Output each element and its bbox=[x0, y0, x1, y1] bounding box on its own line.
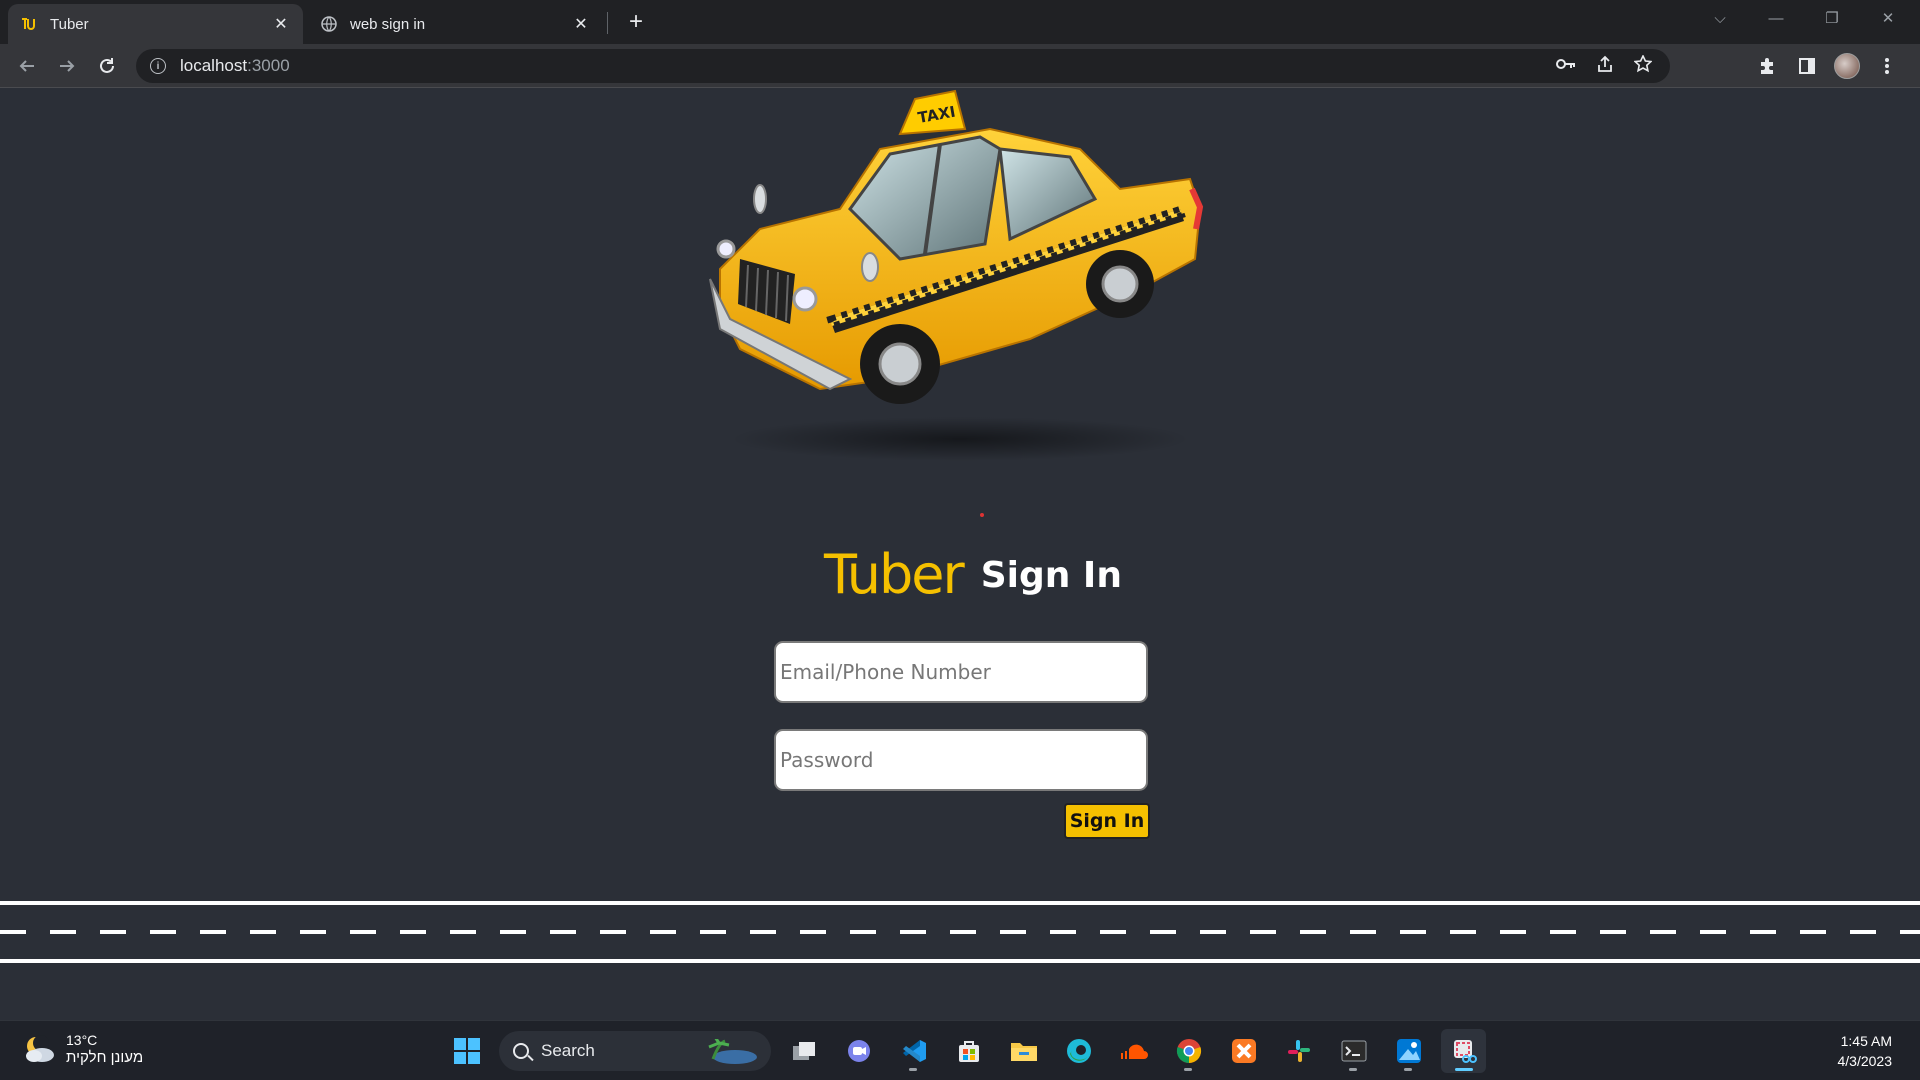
snipping-tool-icon[interactable] bbox=[1441, 1029, 1486, 1073]
file-explorer-icon[interactable] bbox=[1001, 1029, 1046, 1073]
profile-avatar[interactable] bbox=[1832, 51, 1862, 81]
address-bar[interactable]: i localhost:3000 bbox=[136, 49, 1670, 83]
kebab-menu-icon[interactable] bbox=[1872, 51, 1902, 81]
road-edge-bottom bbox=[0, 959, 1920, 963]
system-clock[interactable]: 1:45 AM 4/3/2023 bbox=[1838, 1031, 1893, 1071]
minimize-button[interactable]: — bbox=[1748, 0, 1804, 36]
terminal-icon[interactable] bbox=[1331, 1029, 1376, 1073]
teams-chat-icon[interactable] bbox=[836, 1029, 881, 1073]
task-view-icon[interactable] bbox=[781, 1029, 826, 1073]
close-tab-icon[interactable]: ✕ bbox=[271, 14, 291, 34]
taskbar-search[interactable]: Search bbox=[499, 1031, 771, 1071]
share-icon[interactable] bbox=[1596, 55, 1614, 78]
tuber-logo-icon bbox=[20, 15, 38, 33]
photos-icon[interactable] bbox=[1386, 1029, 1431, 1073]
url-port: :3000 bbox=[247, 56, 290, 75]
tab-title: Tuber bbox=[50, 15, 89, 33]
tab-web-sign-in[interactable]: web sign in ✕ bbox=[308, 4, 603, 44]
chrome-icon[interactable] bbox=[1166, 1029, 1211, 1073]
reload-icon[interactable] bbox=[92, 51, 122, 81]
vscode-icon[interactable] bbox=[891, 1029, 936, 1073]
close-tab-icon[interactable]: ✕ bbox=[571, 14, 591, 34]
windows-taskbar: 13°C מעונן חלקית Search 1:45 AM 4/3/2023 bbox=[0, 1020, 1920, 1080]
back-arrow-icon[interactable] bbox=[12, 51, 42, 81]
weather-temperature: 13°C bbox=[66, 1032, 98, 1048]
email-phone-input[interactable] bbox=[774, 641, 1148, 703]
key-icon[interactable] bbox=[1556, 57, 1576, 75]
soundcloud-icon[interactable] bbox=[1111, 1029, 1156, 1073]
tab-search-chevron-icon[interactable]: ⌵ bbox=[1692, 0, 1748, 36]
edge-browser-icon[interactable] bbox=[1056, 1029, 1101, 1073]
search-highlight-icon bbox=[708, 1039, 757, 1064]
partly-cloudy-night-icon bbox=[22, 1034, 56, 1064]
road-edge-top bbox=[0, 901, 1920, 905]
search-icon bbox=[513, 1043, 529, 1059]
road-decoration bbox=[0, 901, 1920, 963]
page-title: Sign In bbox=[980, 554, 1122, 596]
site-info-icon[interactable]: i bbox=[150, 58, 166, 74]
password-input[interactable] bbox=[774, 729, 1148, 791]
tab-divider bbox=[607, 12, 608, 34]
extensions-puzzle-icon[interactable] bbox=[1752, 51, 1782, 81]
forward-arrow-icon[interactable] bbox=[52, 51, 82, 81]
weather-condition: מעונן חלקית bbox=[66, 1049, 144, 1066]
browser-toolbar: i localhost:3000 bbox=[0, 44, 1920, 88]
taskbar-search-label: Search bbox=[541, 1041, 595, 1060]
microsoft-store-icon[interactable] bbox=[946, 1029, 991, 1073]
slack-icon[interactable] bbox=[1276, 1029, 1321, 1073]
xampp-icon[interactable] bbox=[1221, 1029, 1266, 1073]
tab-title: web sign in bbox=[350, 15, 426, 33]
tuber-logo: Tuber bbox=[824, 543, 965, 606]
weather-widget[interactable]: 13°C מעונן חלקית bbox=[22, 1031, 143, 1067]
new-tab-button[interactable]: + bbox=[622, 8, 650, 36]
globe-icon bbox=[320, 15, 338, 33]
browser-tab-strip: Tuber ✕ web sign in ✕ + ⌵ — ❐ ✕ bbox=[0, 0, 1920, 44]
red-dot-mark bbox=[980, 513, 984, 517]
clock-date: 4/3/2023 bbox=[1837, 1053, 1893, 1069]
restore-button[interactable]: ❐ bbox=[1804, 0, 1860, 36]
taxi-car-illustration: TAXI bbox=[709, 89, 1204, 461]
page-viewport: TAXI Tuber Sign In Sign In bbox=[0, 89, 1920, 1020]
brand-heading: Tuber Sign In bbox=[824, 545, 1122, 605]
clock-time: 1:45 AM bbox=[1840, 1033, 1892, 1049]
bookmark-star-icon[interactable] bbox=[1633, 53, 1653, 78]
tab-tuber[interactable]: Tuber ✕ bbox=[8, 4, 303, 44]
close-window-button[interactable]: ✕ bbox=[1860, 0, 1916, 36]
sign-in-button[interactable]: Sign In bbox=[1064, 803, 1150, 839]
side-panel-icon[interactable] bbox=[1792, 51, 1822, 81]
road-lane-dashes bbox=[0, 930, 1920, 934]
start-button[interactable] bbox=[444, 1029, 489, 1073]
url-host: localhost bbox=[180, 56, 248, 75]
